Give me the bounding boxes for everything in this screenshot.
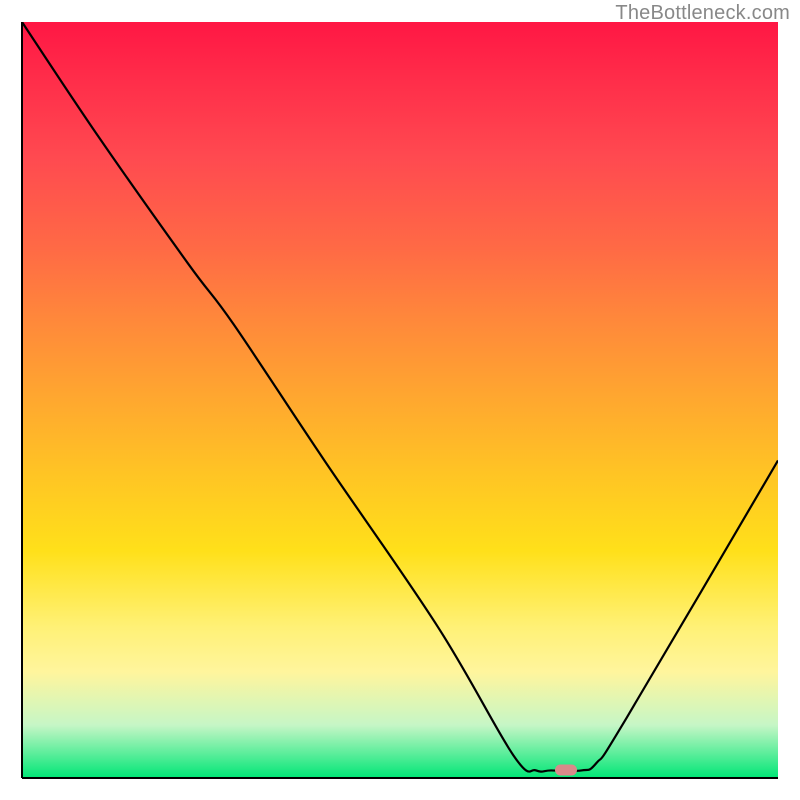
plot-gradient-background (22, 22, 778, 778)
watermark-text: TheBottleneck.com (615, 2, 790, 25)
optimal-marker (555, 765, 577, 776)
chart-container: TheBottleneck.com (0, 0, 800, 800)
